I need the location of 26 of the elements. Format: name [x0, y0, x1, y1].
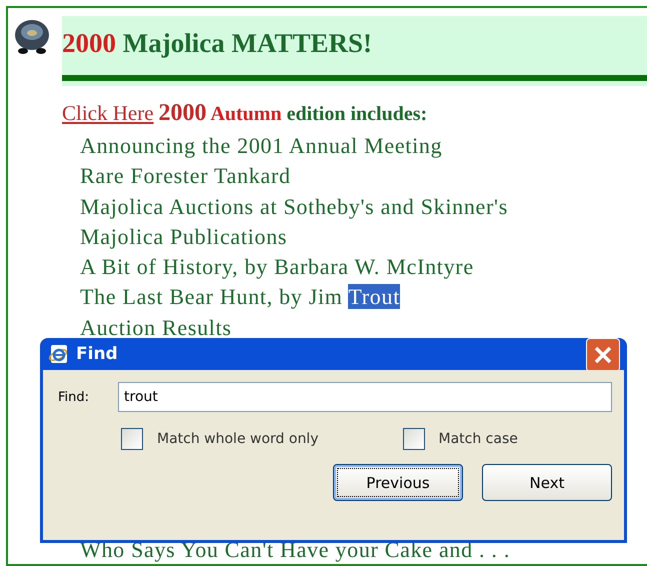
- article-title: Rare Forester Tankard: [80, 162, 292, 190]
- dialog-button[interactable]: Next: [482, 464, 612, 501]
- checkbox[interactable]: [402, 428, 424, 450]
- option-label: Match whole word only: [157, 431, 318, 447]
- edition-season: Autumn: [210, 103, 282, 125]
- dialog-button[interactable]: Previous: [333, 464, 463, 501]
- find-field[interactable]: trout: [118, 382, 612, 412]
- article-title: A Bit of History, by Barbara W. McIntyre: [80, 253, 475, 282]
- article-title: Majolica Auctions at Sotheby's and Skinner's: [80, 192, 509, 221]
- browser-logo-icon: [48, 344, 68, 364]
- close-button[interactable]: [586, 338, 620, 372]
- article-title: Announcing the 2001 Annual Meeting: [80, 132, 444, 160]
- click-here-link[interactable]: Click Here: [62, 101, 154, 125]
- edition-text: edition includes:: [286, 103, 428, 125]
- article-title: Auction Results: [80, 314, 233, 342]
- article-title: Majolica Publications: [80, 222, 288, 251]
- checkbox[interactable]: [121, 428, 143, 450]
- dialog-title: Find: [76, 344, 119, 364]
- header-year: 2000: [62, 28, 116, 58]
- article-title: The Last Bear Hunt, by Jim Trout: [80, 283, 402, 312]
- header-title: Majolica MATTERS!: [122, 28, 372, 58]
- article-title: Who Says You Can't Have your Cake and . . .: [80, 536, 512, 564]
- edition-year: 2000: [158, 100, 207, 126]
- close-icon: [593, 345, 613, 365]
- find-label: Find:: [58, 390, 90, 404]
- option-label: Match case: [438, 431, 518, 447]
